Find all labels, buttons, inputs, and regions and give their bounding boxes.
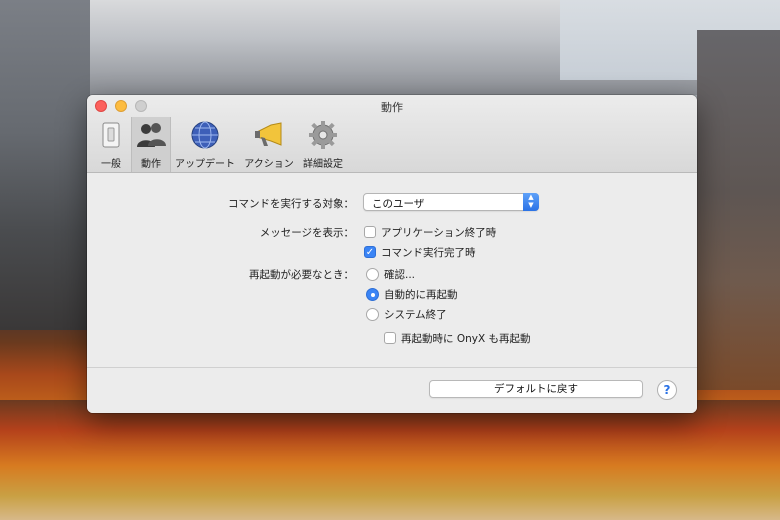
divider	[87, 367, 697, 368]
message-command-done-checkbox[interactable]: ✓	[364, 246, 376, 258]
tab-general-label: 一般	[101, 159, 121, 170]
tab-update-label: アップデート	[175, 159, 235, 170]
wallpaper-right-slope	[697, 30, 780, 390]
message-label: メッセージを表示：	[259, 227, 354, 239]
tab-action[interactable]: アクション	[239, 117, 299, 172]
restore-defaults-button[interactable]: デフォルトに戻す	[429, 380, 643, 398]
switch-icon	[95, 119, 127, 151]
window-toolbar: 動作 一般 動作 アップデート アクション 詳細設定	[87, 95, 697, 173]
tab-advanced[interactable]: 詳細設定	[301, 117, 345, 172]
target-label: コマンドを実行する対象：	[228, 198, 354, 210]
wallpaper-autumn-forest	[0, 400, 780, 520]
restart-label: 再起動が必要なとき：	[249, 269, 354, 281]
message-command-done-label: コマンド実行完了時	[381, 247, 476, 259]
gear-icon	[307, 119, 339, 151]
tab-update[interactable]: アップデート	[173, 117, 237, 172]
globe-icon	[189, 119, 221, 151]
preferences-content: コマンドを実行する対象： このユーザ ▲ ▼ メッセージを表示： アプリケーション…	[87, 173, 697, 413]
restart-shutdown-radio[interactable]	[366, 308, 379, 321]
restart-auto-label: 自動的に再起動	[384, 289, 458, 301]
message-app-quit-checkbox[interactable]	[364, 226, 376, 238]
target-select[interactable]: このユーザ ▲ ▼	[363, 193, 539, 211]
restart-shutdown-label: システム終了	[384, 309, 447, 321]
message-app-quit-label: アプリケーション終了時	[381, 227, 497, 239]
tab-behavior-label: 動作	[141, 159, 161, 170]
relaunch-onyx-checkbox[interactable]	[384, 332, 396, 344]
megaphone-icon	[253, 119, 285, 151]
target-select-value: このユーザ	[372, 198, 425, 210]
relaunch-onyx-label: 再起動時に OnyX も再起動	[401, 333, 531, 345]
tab-behavior[interactable]: 動作	[131, 117, 171, 172]
tab-action-label: アクション	[244, 159, 294, 170]
restart-confirm-radio[interactable]	[366, 268, 379, 281]
help-button[interactable]: ?	[657, 380, 677, 400]
tab-general[interactable]: 一般	[93, 117, 129, 172]
wallpaper-left-cliff	[0, 0, 90, 330]
tab-advanced-label: 詳細設定	[303, 159, 343, 170]
people-icon	[135, 119, 167, 151]
window-title: 動作	[381, 101, 403, 114]
restart-auto-radio[interactable]	[366, 288, 379, 301]
restart-confirm-label: 確認...	[384, 269, 416, 281]
preferences-window: 動作 一般 動作 アップデート アクション 詳細設定 コマンドを実行する対象： …	[87, 95, 697, 413]
chevron-updown-icon: ▲ ▼	[523, 193, 539, 211]
